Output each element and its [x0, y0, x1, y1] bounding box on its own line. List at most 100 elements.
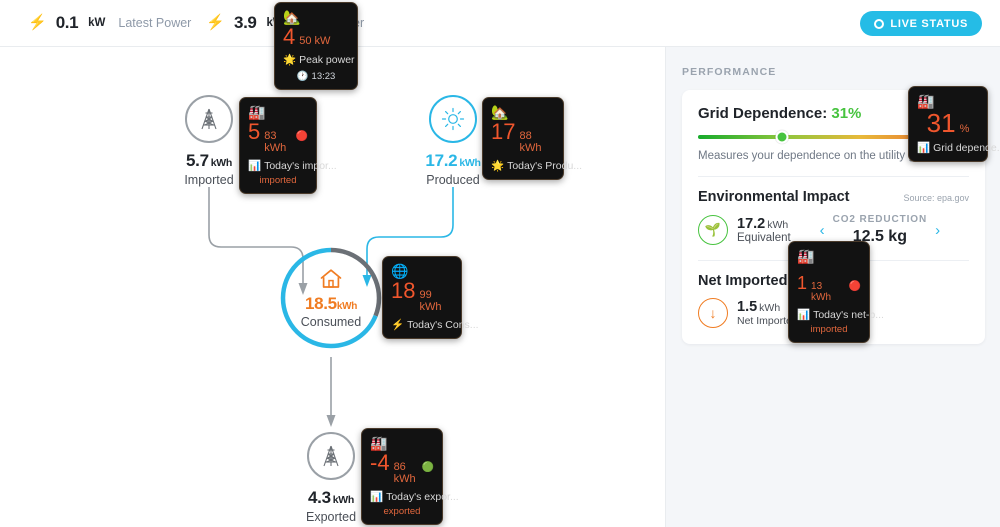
tooltip-imported-main: 5 83 kWh 🔴	[248, 119, 308, 155]
carousel-prev-icon[interactable]: ‹	[820, 223, 825, 238]
tooltip-produced-main: 17 88 kWh	[491, 119, 555, 155]
tooltip-net-imported-sub: 📊 Today's net-b...	[797, 309, 884, 321]
clock-icon: 🕐	[296, 71, 309, 82]
node-produced[interactable]: 17.2 kWh Produced	[419, 95, 487, 187]
tooltip-net-imported-main: 1 13 kWh 🔴	[797, 274, 861, 303]
tooltip-consumed: 🌐 18 99 kWh ⚡ Today's Cons...	[382, 256, 479, 339]
exported-label: Exported	[305, 510, 357, 524]
tooltip-grid-dependence-small: %	[959, 123, 970, 135]
tooltip-imported-tag: imported	[259, 175, 297, 186]
tooltip-exported: 🏭 -4 86 kWh 🟢 📊 Today's expor... exported	[361, 428, 459, 525]
grid-dependence-slider-knob[interactable]	[775, 130, 789, 144]
red-dot-icon-2: 🔴	[848, 281, 861, 292]
tooltip-grid-dependence-main: 31 %	[917, 110, 979, 136]
tooltip-exported-sub: 📊 Today's expor...	[370, 491, 459, 503]
bar-chart-icon: 📊	[248, 160, 262, 172]
transmission-tower-icon-2	[307, 432, 355, 480]
tooltip-net-imported-small: 13 kWh	[811, 281, 832, 303]
tooltip-peak-power-icon: 🏡	[283, 9, 301, 25]
node-exported[interactable]: 4.3 kWh Exported	[297, 432, 365, 524]
consumed-center: 18.5kWh Consumed	[278, 245, 384, 351]
node-consumed[interactable]: 18.5kWh Consumed	[278, 245, 384, 351]
tooltip-produced-big: 17	[491, 119, 516, 144]
tooltip-peak-power-sub: 🌟 Peak power	[283, 54, 355, 66]
tooltip-exported-small: 86 kWh	[393, 461, 416, 485]
node-imported[interactable]: 5.7 kWh Imported	[175, 95, 243, 187]
tooltip-produced: 🏡 17 88 kWh 🌟 Today's Produ...	[482, 97, 583, 180]
bar-chart-icon-4: 📊	[797, 309, 811, 321]
tooltip-peak-power-main: 4 50 kW	[283, 26, 349, 48]
consumed-unit: kWh	[336, 301, 358, 312]
live-dot-icon	[874, 18, 885, 29]
top-header: ⚡ 0.1 kW Latest Power ⚡ 3.9 kW Peak Powe…	[0, 0, 1000, 47]
tooltip-net-imported-icon: 🏭	[797, 248, 815, 264]
tooltip-grid-dependence-icon: 🏭	[917, 93, 935, 109]
tooltip-consumed-main: 18 99 kWh	[391, 278, 453, 314]
tooltip-net-imported-big: 1	[797, 273, 808, 293]
performance-section-title: PERFORMANCE	[682, 66, 777, 78]
tooltip-exported-main: -4 86 kWh 🟢	[370, 450, 435, 486]
energy-flow-diagram: 5.7 kWh Imported 17.2 kWh Produced 18.5k…	[0, 47, 665, 527]
tooltip-imported-small: 83 kWh	[264, 130, 287, 154]
latest-power-value: 0.1	[55, 13, 79, 32]
tooltip-imported-sub: 📊 Today's impor...	[248, 160, 337, 172]
bar-chart-icon-2: 📊	[370, 491, 384, 503]
energy-dashboard: ⚡ 0.1 kW Latest Power ⚡ 3.9 kW Peak Powe…	[0, 0, 1000, 527]
tooltip-consumed-big: 18	[391, 278, 416, 303]
arrowhead-exported	[326, 415, 336, 427]
environmental-impact-title: Environmental Impact	[698, 189, 850, 205]
consumed-label: Consumed	[300, 315, 362, 329]
imported-label: Imported	[184, 173, 234, 187]
leaf-icon: 🌱	[698, 215, 728, 245]
tooltip-imported-big: 5	[248, 119, 261, 144]
equivalent-unit: kWh	[767, 219, 789, 231]
tooltip-produced-sub: 🌟 Today's Produ...	[491, 160, 583, 172]
sun-small-icon: 🌟	[491, 160, 505, 172]
tooltip-exported-tag: exported	[383, 506, 421, 517]
tooltip-grid-dependence: 🏭 31 % 📊 Grid depende...	[908, 86, 1000, 162]
produced-unit: kWh	[459, 157, 481, 169]
tooltip-exported-icon: 🏭	[370, 435, 388, 451]
co2-reduction-label: CO2 REDUCTION	[832, 214, 928, 225]
environmental-impact-source: Source: epa.gov	[903, 193, 969, 203]
home-icon	[320, 269, 342, 288]
sun-icon	[429, 95, 477, 143]
equivalent-value: 17.2 kWh	[737, 216, 789, 232]
tooltip-imported-icon: 🏭	[248, 104, 266, 120]
green-dot-icon: 🟢	[421, 462, 435, 473]
produced-value: 17.2 kWh	[425, 151, 481, 170]
consumed-value: 18.5kWh	[304, 294, 358, 313]
exported-value: 4.3 kWh	[308, 488, 355, 507]
transmission-tower-icon	[185, 95, 233, 143]
tooltip-peak-power-time: 🕐 13:23	[296, 71, 336, 82]
latest-power-label: Latest Power	[118, 16, 192, 30]
download-arrow-icon: ↓	[698, 298, 728, 328]
lightning-icon: ⚡	[391, 319, 405, 331]
tooltip-produced-icon: 🏡	[491, 104, 509, 120]
live-status-label: LIVE STATUS	[890, 17, 968, 30]
tooltip-peak-power-sub-icon: 🌟	[283, 54, 297, 66]
tooltip-consumed-sub: ⚡ Today's Cons...	[391, 319, 479, 331]
grid-dependence-percent: 31%	[831, 105, 862, 122]
tooltip-consumed-icon: 🌐	[391, 263, 409, 279]
imported-value: 5.7 kWh	[186, 151, 233, 170]
environmental-impact-header: Environmental Impact Source: epa.gov	[698, 189, 969, 205]
tooltip-net-imported: 🏭 1 13 kWh 🔴 📊 Today's net-b... imported	[788, 241, 884, 343]
tooltip-peak-power: 🏡 4 50 kW 🌟 Peak power 🕐 13:23	[274, 2, 358, 90]
tooltip-imported: 🏭 5 83 kWh 🔴 📊 Today's impor... imported	[239, 97, 337, 194]
tooltip-consumed-small: 99 kWh	[419, 289, 442, 313]
carousel-next-icon[interactable]: ›	[935, 223, 940, 238]
produced-label: Produced	[426, 173, 480, 187]
bolt-icon-2: ⚡	[206, 13, 226, 31]
bar-chart-icon-3: 📊	[917, 142, 931, 154]
tooltip-grid-dependence-sub: 📊 Grid depende...	[917, 142, 1000, 154]
net-imported-unit: kWh	[759, 302, 781, 314]
live-status-button[interactable]: LIVE STATUS	[860, 11, 982, 36]
equivalent-block: 17.2 kWh Equivalent	[737, 216, 791, 244]
latest-power-unit: kW	[88, 17, 106, 29]
imported-unit: kWh	[210, 157, 233, 169]
tooltip-exported-big: -4	[370, 450, 390, 475]
tooltip-grid-dependence-big: 31	[926, 108, 956, 138]
exported-unit: kWh	[332, 494, 355, 506]
bolt-icon: ⚡	[28, 13, 47, 31]
